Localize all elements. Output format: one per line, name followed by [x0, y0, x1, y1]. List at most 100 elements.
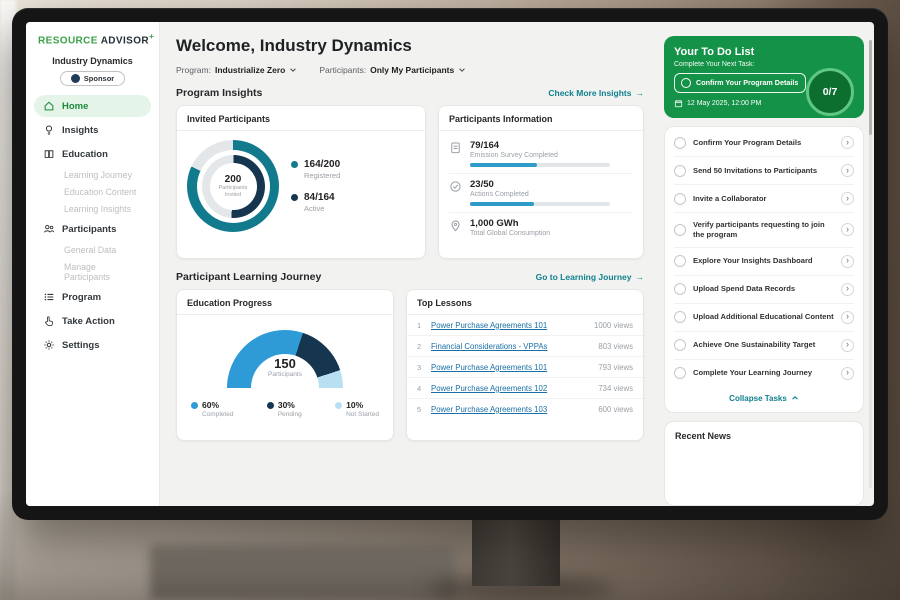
chevron-right-icon[interactable]: › — [841, 255, 854, 268]
checkbox-icon[interactable] — [674, 339, 686, 351]
task-row[interactable]: Explore Your Insights Dashboard › — [674, 248, 854, 276]
checkbox-icon[interactable] — [674, 255, 686, 267]
checkbox-icon[interactable] — [674, 137, 686, 149]
lesson-row: 1 Power Purchase Agreements 101 1000 vie… — [407, 315, 643, 336]
radio-icon — [681, 78, 691, 88]
book-icon — [43, 148, 55, 160]
section-title: Program Insights — [176, 87, 262, 99]
go-to-learning-journey-link[interactable]: Go to Learning Journey → — [536, 272, 644, 282]
gauge-legend: 60% Completed 30% Pending — [187, 388, 383, 418]
lesson-views: 1000 views — [594, 321, 633, 330]
card-title: Invited Participants — [177, 106, 425, 131]
chevron-right-icon[interactable]: › — [841, 223, 854, 236]
info-value: 23/50 — [470, 179, 633, 190]
chevron-right-icon[interactable]: › — [841, 136, 854, 149]
scrollbar-thumb[interactable] — [869, 40, 872, 135]
task-label: Verify participants requesting to join t… — [693, 220, 834, 240]
program-dropdown-label: Program: — [176, 65, 211, 75]
sidebar-item-home[interactable]: Home — [34, 95, 151, 117]
lesson-link[interactable]: Power Purchase Agreements 101 — [431, 363, 592, 372]
task-label: Send 50 Invitations to Participants — [693, 166, 834, 176]
sidebar-item-learning-journey[interactable]: Learning Journey — [34, 166, 151, 183]
lesson-views: 793 views — [598, 363, 633, 372]
lesson-views: 600 views — [598, 405, 633, 414]
collapse-tasks-link[interactable]: Collapse Tasks — [674, 387, 854, 410]
task-row[interactable]: Verify participants requesting to join t… — [674, 213, 854, 248]
sidebar-item-label: Program — [62, 292, 101, 303]
check-more-insights-link[interactable]: Check More Insights → — [548, 88, 644, 98]
calendar-icon — [674, 99, 683, 108]
invited-participants-card: Invited Participants 200 Participants In… — [176, 105, 426, 259]
sidebar-subitem-label: Education Content — [64, 187, 136, 197]
sidebar-item-education[interactable]: Education — [34, 143, 151, 165]
brand-primary: RESOURCE — [38, 35, 98, 46]
recent-news-card: Recent News — [664, 421, 864, 506]
chevron-down-icon — [289, 66, 297, 74]
todo-summary-card: Your To Do List Complete Your Next Task:… — [664, 36, 864, 118]
arrow-right-icon: → — [636, 88, 645, 98]
participants-dropdown-value: Only My Participants — [370, 65, 454, 75]
progress-bar — [470, 202, 610, 206]
home-icon — [43, 100, 55, 112]
legend-value: 164/200 — [304, 159, 340, 170]
sidebar-item-education-content[interactable]: Education Content — [34, 183, 151, 200]
participants-dropdown[interactable]: Participants: Only My Participants — [319, 65, 466, 75]
task-row[interactable]: Send 50 Invitations to Participants › — [674, 157, 854, 185]
location-pin-icon — [449, 219, 462, 237]
lesson-link[interactable]: Financial Considerations - VPPAs — [431, 342, 592, 351]
sidebar: RESOURCE ADVISOR+ Industry Dynamics Spon… — [26, 22, 160, 506]
legend-value: 30% — [278, 400, 302, 410]
checkbox-icon[interactable] — [674, 193, 686, 205]
checkbox-icon[interactable] — [674, 311, 686, 323]
task-row[interactable]: Upload Additional Educational Content › — [674, 304, 854, 332]
sidebar-item-settings[interactable]: Settings — [34, 334, 151, 356]
lightbulb-icon — [43, 124, 55, 136]
sponsor-badge-label: Sponsor — [84, 74, 114, 83]
lesson-rank: 2 — [417, 342, 425, 351]
task-row[interactable]: Invite a Collaborator › — [674, 185, 854, 213]
lesson-row: 2 Financial Considerations - VPPAs 803 v… — [407, 336, 643, 357]
sidebar-item-manage-participants[interactable]: Manage Participants — [34, 258, 151, 285]
chevron-right-icon[interactable]: › — [841, 164, 854, 177]
sidebar-item-take-action[interactable]: Take Action — [34, 310, 151, 332]
info-label: Emission Survey Completed — [470, 152, 633, 159]
due-date-text: 12 May 2025, 12:00 PM — [687, 100, 761, 107]
brand-secondary: ADVISOR — [101, 35, 149, 46]
sidebar-subitem-label: Learning Journey — [64, 170, 132, 180]
checkbox-icon[interactable] — [674, 224, 686, 236]
todo-progress-ring: 0/7 — [806, 68, 854, 116]
sidebar-subitem-label: Learning Insights — [64, 204, 131, 214]
lesson-link[interactable]: Power Purchase Agreements 102 — [431, 384, 592, 393]
task-row[interactable]: Achieve One Sustainability Target › — [674, 332, 854, 360]
task-row[interactable]: Confirm Your Program Details › — [674, 129, 854, 157]
chevron-right-icon[interactable]: › — [841, 311, 854, 324]
program-dropdown[interactable]: Program: Industrialize Zero — [176, 65, 297, 75]
lesson-link[interactable]: Power Purchase Agreements 101 — [431, 321, 588, 330]
lesson-link[interactable]: Power Purchase Agreements 103 — [431, 405, 592, 414]
chevron-right-icon[interactable]: › — [841, 283, 854, 296]
sidebar-item-program[interactable]: Program — [34, 286, 151, 308]
legend-label: Pending — [278, 411, 302, 418]
checkbox-icon[interactable] — [674, 165, 686, 177]
checkbox-icon[interactable] — [674, 283, 686, 295]
task-row[interactable]: Upload Spend Data Records › — [674, 276, 854, 304]
program-insights-cards: Invited Participants 200 Participants In… — [176, 105, 644, 259]
sidebar-item-participants[interactable]: Participants — [34, 218, 151, 240]
sidebar-subitem-label: General Data — [64, 245, 116, 255]
next-task-button[interactable]: Confirm Your Program Details — [674, 73, 806, 93]
sidebar-item-general-data[interactable]: General Data — [34, 241, 151, 258]
chevron-right-icon[interactable]: › — [841, 192, 854, 205]
chevron-right-icon[interactable]: › — [841, 367, 854, 380]
lesson-views: 734 views — [598, 384, 633, 393]
todo-panel: Your To Do List Complete Your Next Task:… — [660, 22, 874, 506]
task-label: Invite a Collaborator — [693, 194, 834, 204]
gauge-center-value: 150 — [227, 357, 343, 370]
sidebar-item-learning-insights[interactable]: Learning Insights — [34, 200, 151, 217]
sidebar-item-insights[interactable]: Insights — [34, 119, 151, 141]
task-row[interactable]: Complete Your Learning Journey › — [674, 360, 854, 387]
checkbox-icon[interactable] — [674, 367, 686, 379]
sponsor-badge[interactable]: Sponsor — [60, 71, 125, 86]
gear-icon — [43, 339, 55, 351]
chevron-right-icon[interactable]: › — [841, 339, 854, 352]
lesson-row: 3 Power Purchase Agreements 101 793 view… — [407, 357, 643, 378]
